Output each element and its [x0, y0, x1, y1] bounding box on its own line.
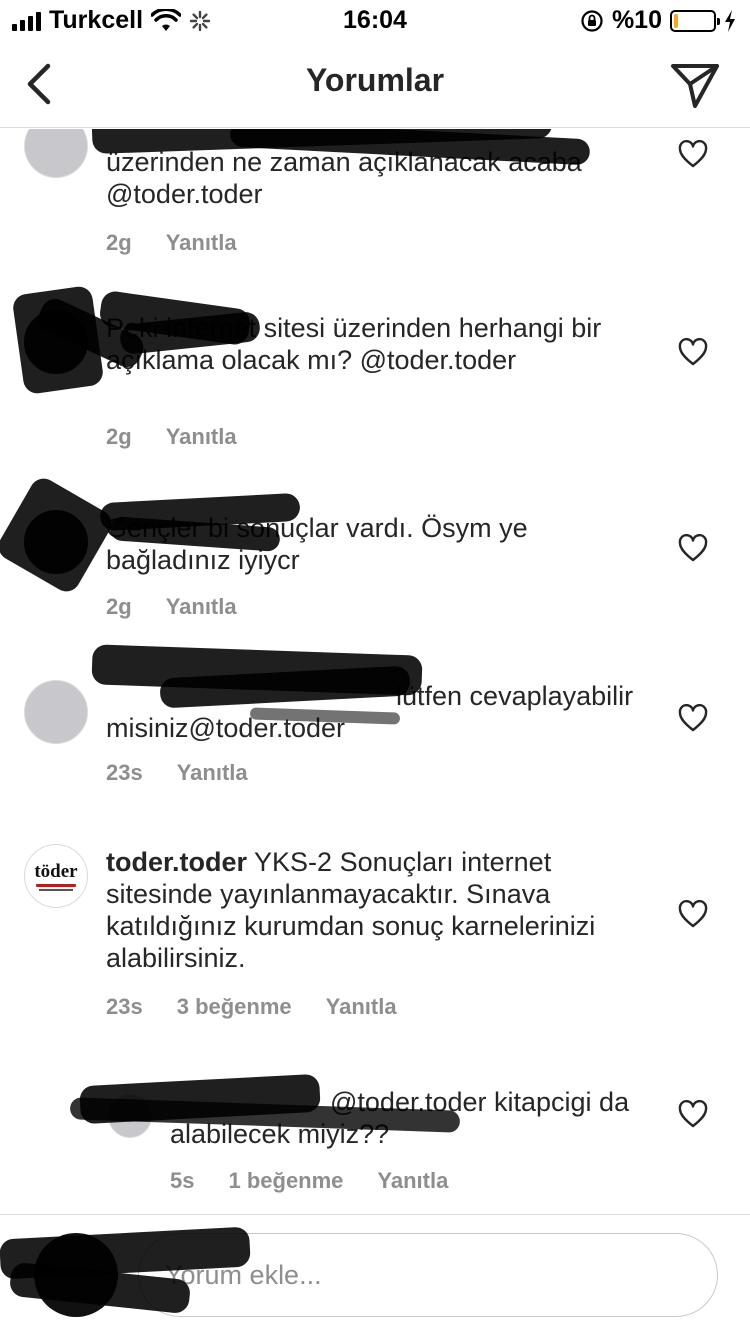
comment-meta: 5s 1 beğenme Yanıtla [170, 1168, 448, 1194]
reply-button[interactable]: Yanıtla [377, 1168, 448, 1194]
comment-meta: 2g Yanıtla [106, 230, 237, 256]
orientation-lock-icon [581, 9, 603, 32]
charging-bolt-icon [725, 9, 735, 32]
reply-button[interactable]: Yanıtla [166, 594, 237, 620]
logo-mark [39, 888, 73, 891]
comments-screen: Turkcell 16:04 %10 Yorumlar üzerinden ne… [0, 0, 750, 1334]
reply-button[interactable]: Yanıtla [177, 760, 248, 786]
comment-time: 23s [106, 760, 143, 785]
comment-time: 2g [106, 230, 132, 255]
heart-icon[interactable] [678, 1100, 708, 1128]
comment-meta: 2g Yanıtla [106, 594, 237, 620]
nav-bar: Yorumlar [0, 40, 750, 128]
comment-username[interactable]: toder.toder [106, 847, 247, 877]
comment-composer [0, 1214, 750, 1334]
avatar[interactable] [24, 129, 88, 178]
reply-button[interactable]: Yanıtla [166, 230, 237, 256]
comment-item: lütfen cevaplayabilir misiniz@toder.tode… [0, 630, 750, 800]
likes-count[interactable]: 1 beğenme [228, 1168, 343, 1194]
battery-icon [670, 9, 720, 32]
battery-percent: %10 [611, 6, 662, 34]
comment-time: 5s [170, 1168, 195, 1193]
comment-text-block: toder.toder YKS-2 Sonuçları internet sit… [106, 846, 646, 974]
redaction-mark [0, 473, 117, 597]
avatar-logo-text: töder [34, 860, 78, 882]
heart-icon[interactable] [678, 900, 708, 928]
comment-item: töder toder.toder YKS-2 Sonuçları intern… [0, 800, 750, 1040]
page-title: Yorumlar [305, 62, 445, 98]
comments-list[interactable]: üzerinden ne zaman açıklanacak acaba @to… [0, 129, 750, 1213]
heart-icon[interactable] [678, 534, 708, 562]
reply-button[interactable]: Yanıtla [166, 424, 237, 450]
logo-mark [36, 883, 76, 887]
comment-time: 2g [106, 424, 132, 449]
battery-level [674, 13, 678, 28]
comment-meta: 23s 3 beğenme Yanıtla [106, 994, 397, 1020]
comment-item: Gençler bi sonuçlar vardı. Ösym ye bağla… [0, 460, 750, 630]
comment-item: @toder.toder kitapcigi da alabilecek miy… [0, 1040, 750, 1213]
comment-time: 2g [106, 594, 132, 619]
likes-count[interactable]: 3 beğenme [177, 994, 292, 1020]
comment-item: üzerinden ne zaman açıklanacak acaba @to… [0, 129, 750, 260]
heart-icon[interactable] [678, 704, 708, 732]
send-button[interactable] [670, 62, 720, 110]
paper-plane-icon [671, 64, 719, 108]
status-bar: Turkcell 16:04 %10 [0, 0, 750, 40]
status-right: %10 [580, 6, 736, 35]
comment-item: Peki internet sitesi üzerinden herhangi … [0, 260, 750, 460]
reply-button[interactable]: Yanıtla [326, 994, 397, 1020]
avatar[interactable]: töder [24, 844, 88, 908]
heart-icon[interactable] [678, 338, 708, 366]
heart-icon[interactable] [678, 140, 708, 168]
comment-meta: 2g Yanıtla [106, 424, 237, 450]
avatar[interactable] [24, 680, 88, 744]
comment-meta: 23s Yanıtla [106, 760, 248, 786]
comment-time: 23s [106, 994, 143, 1019]
